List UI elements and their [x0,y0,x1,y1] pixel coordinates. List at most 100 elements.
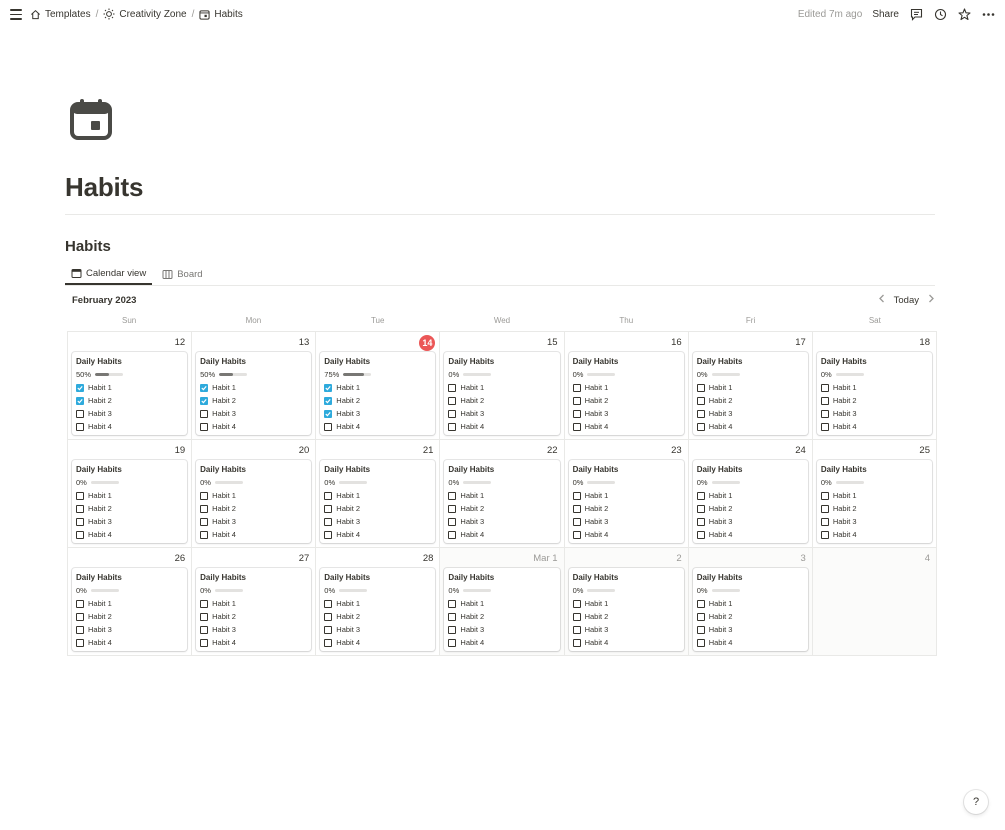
checkbox[interactable] [696,625,705,634]
habit-item[interactable]: Habit 1 [448,597,555,610]
checkbox[interactable] [820,422,829,431]
calendar-day[interactable]: Mar 1 Daily Habits 0% Habit 1 Habit 2 Habit 3… [440,548,565,656]
habit-item[interactable]: Habit 2 [572,502,680,515]
checkbox[interactable] [76,409,84,418]
habit-item[interactable]: Habit 3 [200,515,307,528]
checkbox-checked[interactable] [200,396,209,405]
calendar-day[interactable]: 18 Daily Habits 0% Habit 1 Habit 2 Habit 3 Hab… [812,332,937,440]
habit-item[interactable]: Habit 1 [76,381,183,394]
habit-item[interactable]: Habit 3 [696,623,804,636]
checkbox[interactable] [696,409,705,418]
habit-item[interactable]: Habit 2 [76,502,183,515]
checkbox[interactable] [696,504,705,513]
habit-item[interactable]: Habit 4 [76,420,183,433]
habit-item[interactable]: Habit 2 [324,394,431,407]
checkbox-checked[interactable] [76,396,84,405]
calendar-day[interactable]: 20 Daily Habits 0% Habit 1 Habit 2 Habit 3 Hab… [192,440,317,548]
checkbox[interactable] [324,517,333,526]
breadcrumb-item-habits[interactable]: Habits [199,9,243,20]
habit-card[interactable]: Daily Habits 0% Habit 1 Habit 2 Habit 3 Habit… [692,568,808,651]
habit-card[interactable]: Daily Habits 0% Habit 1 Habit 2 Habit 3 Habit… [196,568,312,651]
checkbox[interactable] [200,599,209,608]
habit-card[interactable]: Daily Habits 0% Habit 1 Habit 2 Habit 3 Habit… [444,352,560,435]
checkbox[interactable] [200,491,209,500]
calendar-day[interactable]: 22 Daily Habits 0% Habit 1 Habit 2 Habit 3 Hab… [440,440,565,548]
checkbox[interactable] [572,517,581,526]
checkbox[interactable] [448,409,457,418]
calendar-day[interactable]: 2 Daily Habits 0% Habit 1 Habit 2 Habit 3 Habi… [564,548,689,656]
habit-item[interactable]: Habit 1 [696,489,804,502]
next-month-icon[interactable] [927,294,935,306]
habit-item[interactable]: Habit 2 [448,394,555,407]
checkbox[interactable] [696,517,705,526]
checkbox[interactable] [820,517,829,526]
checkbox[interactable] [448,625,457,634]
habit-item[interactable]: Habit 4 [448,528,555,541]
habit-item[interactable]: Habit 3 [324,515,431,528]
checkbox[interactable] [324,638,333,647]
habit-card[interactable]: Daily Habits 75% Habit 1 Habit 2 Habit 3 Habi… [320,352,436,435]
checkbox[interactable] [76,599,84,608]
habit-card[interactable]: Daily Habits 0% Habit 1 Habit 2 Habit 3 Habit… [196,460,312,543]
checkbox[interactable] [572,422,581,431]
habit-item[interactable]: Habit 4 [324,528,431,541]
checkbox-checked[interactable] [324,383,333,392]
habit-item[interactable]: Habit 3 [696,407,804,420]
tab-calendar-view[interactable]: Calendar view [65,263,153,285]
habit-card[interactable]: Daily Habits 0% Habit 1 Habit 2 Habit 3 Habit… [692,460,808,543]
habit-item[interactable]: Habit 2 [820,394,928,407]
habit-item[interactable]: Habit 3 [572,515,680,528]
calendar-day[interactable]: 15 Daily Habits 0% Habit 1 Habit 2 Habit 3 Hab… [440,332,565,440]
habit-item[interactable]: Habit 2 [76,610,183,623]
calendar-day[interactable]: 13 Daily Habits 50% Habit 1 Habit 2 Habit 3 Ha… [192,332,317,440]
habit-item[interactable]: Habit 3 [448,407,555,420]
more-icon[interactable] [981,7,995,21]
checkbox[interactable] [448,599,457,608]
tab-board[interactable]: Board [156,263,208,285]
habit-card[interactable]: Daily Habits 0% Habit 1 Habit 2 Habit 3 Habit… [816,352,932,435]
habit-item[interactable]: Habit 1 [200,381,307,394]
habit-item[interactable]: Habit 1 [324,381,431,394]
habit-item[interactable]: Habit 1 [200,597,307,610]
checkbox[interactable] [572,612,581,621]
checkbox[interactable] [696,599,705,608]
habit-item[interactable]: Habit 2 [696,610,804,623]
habit-item[interactable]: Habit 4 [76,528,183,541]
checkbox[interactable] [820,504,829,513]
habit-card[interactable]: Daily Habits 0% Habit 1 Habit 2 Habit 3 Habit… [444,568,560,651]
habit-card[interactable]: Daily Habits 0% Habit 1 Habit 2 Habit 3 Habit… [72,568,188,651]
habit-card[interactable]: Daily Habits 0% Habit 1 Habit 2 Habit 3 Habit… [72,460,188,543]
habit-item[interactable]: Habit 2 [572,610,680,623]
checkbox[interactable] [696,638,705,647]
checkbox[interactable] [448,422,457,431]
habit-card[interactable]: Daily Habits 0% Habit 1 Habit 2 Habit 3 Habit… [444,460,560,543]
habit-item[interactable]: Habit 1 [572,597,680,610]
checkbox-checked[interactable] [76,383,84,392]
calendar-day[interactable]: 21 Daily Habits 0% Habit 1 Habit 2 Habit 3 Hab… [316,440,441,548]
checkbox[interactable] [820,396,829,405]
checkbox[interactable] [324,504,333,513]
checkbox[interactable] [448,396,457,405]
checkbox[interactable] [200,504,209,513]
habit-item[interactable]: Habit 4 [448,636,555,649]
checkbox[interactable] [820,530,829,539]
habit-item[interactable]: Habit 3 [324,407,431,420]
calendar-day[interactable]: 12 Daily Habits 50% Habit 1 Habit 2 Habit 3 Ha… [68,332,193,440]
star-icon[interactable] [957,7,971,21]
checkbox[interactable] [200,409,209,418]
habit-item[interactable]: Habit 2 [200,502,307,515]
checkbox[interactable] [200,625,209,634]
checkbox[interactable] [200,638,209,647]
calendar-day[interactable]: 23 Daily Habits 0% Habit 1 Habit 2 Habit 3 Hab… [564,440,689,548]
checkbox[interactable] [200,517,209,526]
menu-icon[interactable] [10,9,22,20]
habit-card[interactable]: Daily Habits 0% Habit 1 Habit 2 Habit 3 Habit… [692,352,808,435]
checkbox-checked[interactable] [200,383,209,392]
checkbox[interactable] [696,396,705,405]
checkbox[interactable] [200,422,209,431]
habit-item[interactable]: Habit 1 [76,489,183,502]
checkbox[interactable] [76,491,84,500]
habit-item[interactable]: Habit 4 [448,420,555,433]
habit-item[interactable]: Habit 2 [448,610,555,623]
checkbox[interactable] [820,491,829,500]
